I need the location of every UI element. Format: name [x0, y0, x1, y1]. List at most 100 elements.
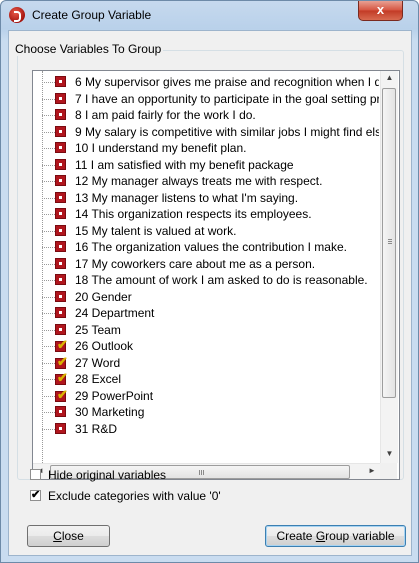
tree-branch-line	[42, 313, 55, 314]
tree-item[interactable]: 7 I have an opportunity to participate i…	[33, 91, 379, 107]
tree-item-label: 20 Gender	[75, 289, 132, 304]
tree-item[interactable]: 11 I am satisfied with my benefit packag…	[33, 157, 379, 173]
tree-item-label: 27 Word	[75, 355, 121, 370]
tree-branch-line	[42, 230, 55, 232]
category-icon	[55, 208, 66, 219]
tree-branch-line	[42, 379, 55, 380]
category-icon	[55, 175, 66, 186]
category-icon	[55, 274, 66, 285]
tree-item[interactable]: 6 My supervisor gives me praise and reco…	[33, 74, 379, 90]
tree-branch-line	[42, 181, 55, 182]
tree-branch-line	[42, 148, 55, 149]
tree-items: 6 My supervisor gives me praise and reco…	[33, 71, 379, 463]
category-icon	[55, 142, 66, 153]
tree-item[interactable]: 17 My coworkers care about me as a perso…	[33, 256, 379, 272]
tree-item-label: 28 Excel	[75, 372, 122, 386]
window-close-button[interactable]: x	[358, 1, 403, 21]
vertical-scroll-thumb[interactable]	[382, 88, 396, 398]
hide-original-label[interactable]: Hide original variables	[48, 468, 166, 482]
exclude-zero-label[interactable]: Exclude categories with value '0'	[48, 489, 221, 503]
create-button-mnemonic: G	[315, 529, 326, 543]
scroll-down-arrow-icon[interactable]: ▼	[381, 449, 398, 458]
tree-item-label: 9 My salary is competitive with similar …	[75, 124, 379, 139]
tree-branch-line	[42, 329, 55, 331]
tree-branch-line	[42, 296, 55, 298]
tree-branch-line	[42, 280, 55, 281]
tree-item[interactable]: 25 Team	[33, 322, 379, 338]
tree-item-label: 16 The organization values the contribut…	[75, 240, 347, 254]
scroll-right-arrow-icon[interactable]: ►	[365, 466, 379, 475]
create-button-label-end: roup variable	[325, 529, 395, 543]
tree-item-label: 18 The amount of work I am asked to do i…	[75, 273, 368, 287]
title-bar[interactable]: Create Group Variable x	[1, 1, 418, 29]
tree-branch-line	[42, 115, 55, 116]
tree-branch-line	[42, 346, 55, 347]
category-icon	[55, 323, 66, 335]
tree-branch-line	[42, 395, 55, 397]
tree-item[interactable]: 8 I am paid fairly for the work I do.	[33, 107, 379, 123]
tree-item[interactable]: ✔ 26 Outlook	[33, 338, 379, 354]
category-icon	[55, 406, 66, 417]
tree-item-label: 30 Marketing	[75, 405, 145, 419]
tree-branch-line	[42, 164, 55, 166]
tree-branch-line	[42, 98, 55, 100]
category-icon	[55, 307, 66, 318]
tree-branch-line	[42, 362, 55, 364]
tree-item[interactable]: 31 R&D	[33, 421, 379, 437]
tree-item[interactable]: 30 Marketing	[33, 404, 379, 420]
tree-item[interactable]: 13 My manager listens to what I'm saying…	[33, 190, 379, 206]
tree-item[interactable]: 16 The organization values the contribut…	[33, 239, 379, 255]
tree-item-label: 15 My talent is valued at work.	[75, 223, 237, 238]
category-icon	[55, 191, 66, 203]
vertical-scrollbar[interactable]: ▲ ▼	[380, 71, 398, 463]
tree-item-label: 31 R&D	[75, 421, 118, 436]
scrollbar-corner	[380, 463, 397, 479]
create-group-variable-button[interactable]: Create Group variable	[265, 525, 406, 547]
tree-item[interactable]: ✔ 27 Word	[33, 355, 379, 371]
tree-item[interactable]: 15 My talent is valued at work.	[33, 223, 379, 239]
category-icon	[55, 241, 66, 252]
category-icon	[55, 224, 66, 236]
close-icon: x	[376, 2, 385, 17]
tree-branch-line	[42, 428, 55, 430]
tree-item-label: 11 I am satisfied with my benefit packag…	[75, 157, 294, 172]
create-button-label-start: Create	[276, 529, 316, 543]
tree-item[interactable]: 14 This organization respects its employ…	[33, 206, 379, 222]
tree-item[interactable]: 18 The amount of work I am asked to do i…	[33, 272, 379, 288]
tree-item[interactable]: ✔ 28 Excel	[33, 371, 379, 387]
tree-item[interactable]: 24 Department	[33, 305, 379, 321]
tree-branch-line	[42, 197, 55, 199]
tree-item-label: 7 I have an opportunity to participate i…	[75, 91, 379, 106]
tree-item-label: 6 My supervisor gives me praise and reco…	[75, 75, 379, 89]
tree-item[interactable]: 12 My manager always treats me with resp…	[33, 173, 379, 189]
category-icon	[55, 76, 66, 87]
tree-item[interactable]: 20 Gender	[33, 289, 379, 305]
tree-item[interactable]: ✔ 29 PowerPoint	[33, 388, 379, 404]
tree-item-label: 17 My coworkers care about me as a perso…	[75, 256, 316, 271]
app-logo-icon	[9, 7, 25, 23]
variables-tree-list[interactable]: 6 My supervisor gives me praise and reco…	[32, 70, 400, 480]
tree-item-label: 26 Outlook	[75, 339, 134, 353]
tree-branch-line	[42, 412, 55, 413]
tree-branch-line	[42, 214, 55, 215]
close-button[interactable]: Close	[27, 525, 110, 547]
scroll-up-arrow-icon[interactable]: ▲	[381, 73, 398, 82]
tree-branch-line	[42, 247, 55, 248]
hide-original-checkbox[interactable]	[30, 469, 41, 480]
category-icon	[55, 422, 66, 434]
tree-branch-line	[42, 82, 55, 83]
window-title: Create Group Variable	[32, 8, 152, 22]
tree-item[interactable]: 9 My salary is competitive with similar …	[33, 124, 379, 140]
checked-category-icon: ✔	[55, 370, 68, 385]
category-icon	[55, 290, 66, 302]
tree-item-label: 10 I understand my benefit plan.	[75, 141, 247, 155]
tree-branch-line	[42, 263, 55, 265]
dialog-body: Choose Variables To Group 6 My superviso…	[8, 30, 412, 556]
checked-category-icon: ✔	[55, 353, 68, 369]
category-icon	[55, 257, 66, 269]
tree-item-label: 24 Department	[75, 306, 155, 320]
tree-item[interactable]: 10 I understand my benefit plan.	[33, 140, 379, 156]
category-icon	[55, 109, 66, 120]
exclude-zero-checkbox[interactable]: ✔	[30, 490, 41, 501]
category-icon	[55, 125, 66, 137]
